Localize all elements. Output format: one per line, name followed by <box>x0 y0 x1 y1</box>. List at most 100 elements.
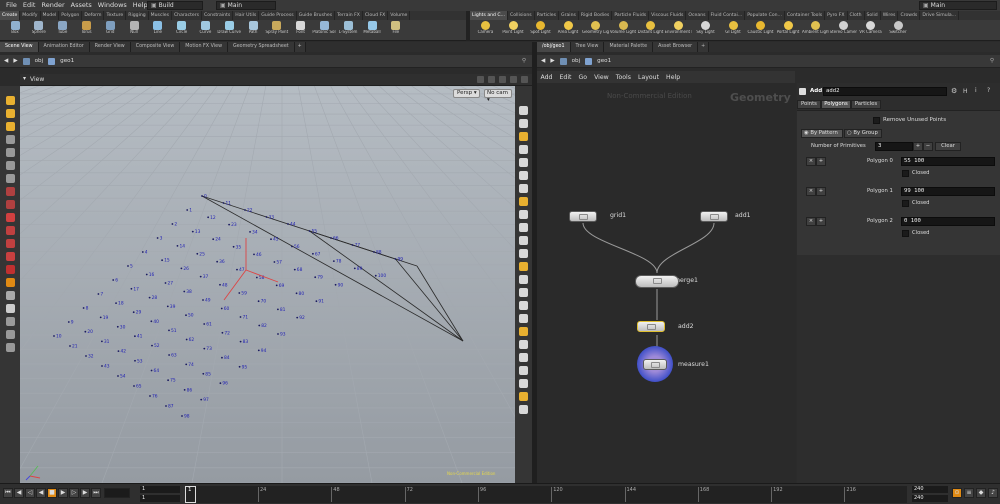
sculpt-tool-icon[interactable] <box>6 239 15 248</box>
jump-start-button[interactable]: ⏮ <box>3 488 13 498</box>
shelf-tool-stereo-camera[interactable]: Stereo Camera <box>830 21 857 40</box>
shelf-tool-environment-light[interactable]: Environment Light <box>665 21 692 40</box>
path-obj[interactable]: obj <box>35 58 44 64</box>
shelf-tab-model[interactable]: Model <box>41 11 60 20</box>
shelf-tab-drive-simula-[interactable]: Drive Simula... <box>920 11 960 20</box>
path-geo[interactable]: geo1 <box>60 58 74 64</box>
display-option-10-icon[interactable] <box>519 236 528 245</box>
shelf-tool-circle[interactable]: Circle <box>170 21 194 40</box>
poly-1-insert-button[interactable]: + <box>816 187 826 196</box>
next-key-button[interactable]: ▷ <box>69 488 79 498</box>
shelf-tool-torus[interactable]: Torus <box>74 21 98 40</box>
edit-tool-icon[interactable] <box>6 252 15 261</box>
step-forward-button[interactable]: ▶ <box>80 488 90 498</box>
shelf-tab-populate-con-[interactable]: Populate Con... <box>745 11 785 20</box>
shelf-tab-collisions[interactable]: Collisions <box>508 11 535 20</box>
view-tool-icon[interactable] <box>6 174 15 183</box>
shelf-tool-spot-light[interactable]: Spot Light <box>527 21 554 40</box>
display-option-4-icon[interactable] <box>519 158 528 167</box>
shelf-tool-null[interactable]: Null <box>122 21 146 40</box>
poly-2-value-field[interactable]: 0 100 <box>901 217 995 226</box>
shelf-tool-file[interactable]: File <box>384 21 408 40</box>
add-tab-button-right[interactable]: + <box>698 42 710 52</box>
display-option-20-icon[interactable] <box>519 366 528 375</box>
timeline-scrubber[interactable]: 1 24 48 72 96 120 144 168 192 216 <box>185 486 907 503</box>
add-tab-button[interactable]: + <box>294 42 306 52</box>
prev-key-button[interactable]: ◁ <box>25 488 35 498</box>
increment-button[interactable]: + <box>913 142 923 151</box>
shelf-tool-gi-light[interactable]: GI Light <box>720 21 747 40</box>
handle-tool-icon[interactable] <box>6 148 15 157</box>
camera-icon[interactable] <box>521 76 528 83</box>
tab-tree-view[interactable]: Tree View <box>570 42 605 52</box>
node-add2[interactable] <box>637 321 665 332</box>
node-grid1[interactable] <box>569 211 597 222</box>
tab-material-palette[interactable]: Material Palette <box>604 42 654 52</box>
layout-icon[interactable] <box>499 76 506 83</box>
shelf-tab-hair-utils[interactable]: Hair Utils <box>233 11 260 20</box>
shelf-tab-deform[interactable]: Deform <box>82 11 105 20</box>
shelf-tab-rigging[interactable]: Rigging <box>126 11 149 20</box>
pin-icon[interactable]: ⚲ <box>522 58 526 64</box>
tab-render-view[interactable]: Render View <box>89 42 131 52</box>
viewport-canvas[interactable]: 0123456789101112131415161718192021222324… <box>20 86 515 483</box>
start-frame-field[interactable]: 1 <box>140 486 180 493</box>
shelf-tab-modify[interactable]: Modify <box>20 11 41 20</box>
display-options-icon[interactable] <box>477 76 484 83</box>
poly-0-value-field[interactable]: 55 100 <box>901 157 995 166</box>
shelf-tool-portal-light[interactable]: Portal Light <box>775 21 802 40</box>
display-option-8-icon[interactable] <box>519 210 528 219</box>
tab-network-geo1[interactable]: /obj/geo1 <box>537 42 571 52</box>
display-option-16-icon[interactable] <box>519 314 528 323</box>
shelf-tab-cloud-fx[interactable]: Cloud FX <box>363 11 389 20</box>
shelf-tool-ambient-light[interactable]: Ambient Light <box>802 21 829 40</box>
node-add1[interactable] <box>700 211 728 222</box>
active-tool-icon[interactable] <box>6 278 15 287</box>
shelf-tab-guide-brushes[interactable]: Guide Brushes <box>297 11 336 20</box>
shelf-tab-texture[interactable]: Texture <box>104 11 127 20</box>
node-measure1[interactable] <box>643 359 667 370</box>
shelf-tab-constraints[interactable]: Constraints <box>202 11 234 20</box>
select-tool-icon[interactable] <box>6 96 15 105</box>
shelf-tab-crowds[interactable]: Crowds <box>898 11 921 20</box>
tab-animation-editor[interactable]: Animation Editor <box>38 42 90 52</box>
poly-1-closed-checkbox[interactable] <box>902 200 909 207</box>
scale-tool-icon[interactable] <box>6 135 15 144</box>
paint-tool-icon[interactable] <box>6 213 15 222</box>
network-menu-go[interactable]: Go <box>575 74 591 81</box>
shelf-tab-particles[interactable]: Particles <box>535 11 560 20</box>
current-frame-field[interactable] <box>104 488 130 498</box>
node-name-field[interactable]: add2 <box>823 87 947 96</box>
shelf-tool-line[interactable]: Line <box>146 21 170 40</box>
display-option-13-icon[interactable] <box>519 275 528 284</box>
step-back-button[interactable]: ◀ <box>14 488 24 498</box>
poly-2-insert-button[interactable]: + <box>816 217 826 226</box>
network-menu-tools[interactable]: Tools <box>612 74 634 81</box>
pose-tool-icon[interactable] <box>6 161 15 170</box>
end-frame-field-2[interactable]: 240 <box>912 495 948 502</box>
shelf-tab-oceans[interactable]: Oceans <box>686 11 709 20</box>
network-menu-help[interactable]: Help <box>663 74 684 81</box>
shelf-tool-caustic-light[interactable]: Caustic Light <box>747 21 774 40</box>
tool-19-icon[interactable] <box>6 330 15 339</box>
path-geo-right[interactable]: geo1 <box>597 58 611 64</box>
shelf-tool-point-light[interactable]: Point Light <box>500 21 527 40</box>
timeline-options-icon[interactable]: ≡ <box>964 488 974 498</box>
play-button[interactable]: ▶ <box>58 488 68 498</box>
shelf-tab-guide-process[interactable]: Guide Process <box>259 11 297 20</box>
shelf-tool-curve[interactable]: Curve <box>193 21 217 40</box>
display-option-9-icon[interactable] <box>519 223 528 232</box>
viewport-menu-arrow[interactable]: ▾ <box>23 75 26 82</box>
gear-icon[interactable]: ⚙ <box>951 87 957 95</box>
display-option-18-icon[interactable] <box>519 340 528 349</box>
num-prims-field[interactable]: 3 <box>875 142 913 151</box>
snap-tool-icon[interactable] <box>6 187 15 196</box>
shelf-tab-wires[interactable]: Wires <box>881 11 899 20</box>
move-tool-icon[interactable] <box>6 109 15 118</box>
display-option-11-icon[interactable] <box>519 249 528 258</box>
shelf-tab-solid[interactable]: Solid <box>865 11 881 20</box>
network-editor[interactable]: Non-Commercial Edition Geometry grid1 ad… <box>537 83 796 483</box>
shelf-tool-switcher[interactable]: Switcher <box>885 21 912 40</box>
poly-1-remove-button[interactable]: × <box>806 187 816 196</box>
shelf-tab-container-tools[interactable]: Container Tools <box>785 11 826 20</box>
